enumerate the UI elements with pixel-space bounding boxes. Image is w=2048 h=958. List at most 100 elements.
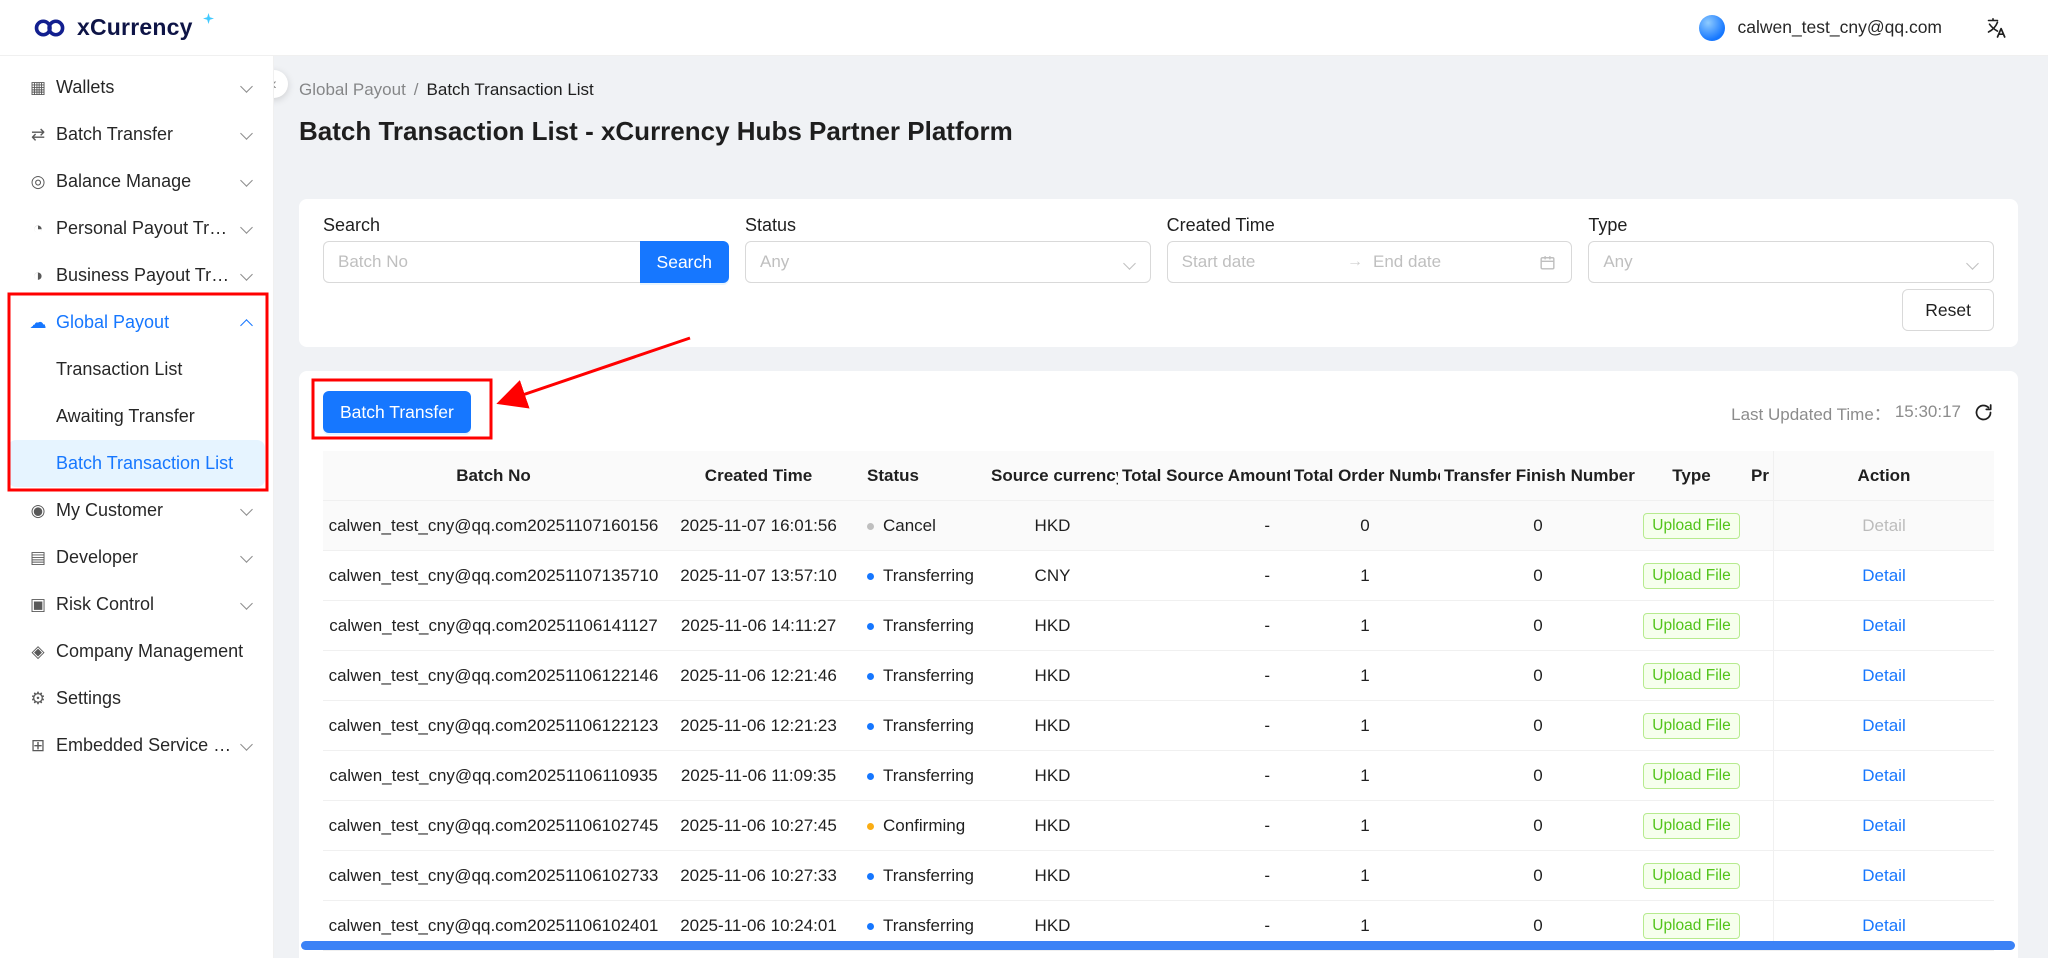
- global-payout-icon: ☁: [28, 313, 48, 333]
- detail-link[interactable]: Detail: [1862, 716, 1905, 735]
- sidebar-item-transaction-list[interactable]: Transaction List: [8, 346, 265, 393]
- balance-icon: ◎: [28, 172, 48, 192]
- main-layout: ▦Wallets⇄Batch Transfer◎Balance Manage◔P…: [0, 56, 2048, 958]
- sidebar-item-awaiting-transfer[interactable]: Awaiting Transfer: [8, 393, 265, 440]
- cell-total-source-amount: -: [1118, 651, 1290, 701]
- batch-transfer-button[interactable]: Batch Transfer: [323, 391, 471, 433]
- range-arrow-icon: →: [1347, 253, 1363, 271]
- user-email[interactable]: calwen_test_cny@qq.com: [1737, 17, 1942, 38]
- cell-created-time: 2025-11-07 13:57:10: [664, 551, 853, 601]
- cell-type: Upload File: [1636, 851, 1747, 901]
- start-date-placeholder[interactable]: Start date: [1182, 252, 1337, 272]
- upload-file-tag: Upload File: [1643, 613, 1739, 639]
- cell-source-currency: HKD: [987, 751, 1118, 801]
- chevron-down-icon: [1124, 259, 1136, 271]
- cell-transfer-finish-number: 0: [1440, 701, 1636, 751]
- cell-source-currency: HKD: [987, 501, 1118, 551]
- status-dot: [867, 873, 874, 880]
- detail-link[interactable]: Detail: [1862, 566, 1905, 585]
- cell-batch-no: calwen_test_cny@qq.com20251106110935: [323, 751, 664, 801]
- sidebar-item-label: Company Management: [56, 641, 253, 662]
- sidebar-item-label: Personal Payout Trans...: [56, 218, 233, 239]
- chevron-down-icon: [241, 223, 253, 235]
- sidebar-item-risk-control[interactable]: ▣Risk Control: [8, 581, 265, 628]
- breadcrumb-global-payout[interactable]: Global Payout: [299, 80, 406, 100]
- chevron-down-icon: [241, 176, 253, 188]
- cell-total-order-number: 0: [1290, 501, 1440, 551]
- sidebar-item-business-payout-trans[interactable]: ◑Business Payout Trans...: [8, 252, 265, 299]
- sidebar-item-my-customer[interactable]: ◉My Customer: [8, 487, 265, 534]
- search-filter: Search Search: [323, 215, 729, 283]
- sidebar-nav: ▦Wallets⇄Batch Transfer◎Balance Manage◔P…: [0, 56, 274, 958]
- cell-total-source-amount: -: [1118, 801, 1290, 851]
- column-header-status: Status: [853, 451, 987, 501]
- cell-action: Detail: [1773, 501, 1994, 551]
- detail-link[interactable]: Detail: [1862, 766, 1905, 785]
- chevron-up-icon: [241, 317, 253, 329]
- sidebar-item-company-management[interactable]: ◈Company Management: [8, 628, 265, 675]
- sidebar-item-wallets[interactable]: ▦Wallets: [8, 64, 265, 111]
- created-time-filter: Created Time Start date → End date: [1167, 215, 1573, 283]
- status-select[interactable]: Any: [745, 241, 1151, 283]
- transfer-icon: ⇄: [28, 125, 48, 145]
- table-toolbar: Batch Transfer Last Updated Time：15:30:1…: [323, 391, 1994, 433]
- end-date-placeholder[interactable]: End date: [1373, 252, 1528, 272]
- sidebar-item-developer[interactable]: ▤Developer: [8, 534, 265, 581]
- status-dot: [867, 523, 874, 530]
- sidebar-item-global-payout[interactable]: ☁ Global Payout: [8, 299, 265, 346]
- infinity-logo-icon: [32, 18, 68, 38]
- sidebar-item-label: Global Payout: [56, 312, 233, 333]
- type-select[interactable]: Any: [1588, 241, 1994, 283]
- upload-file-tag: Upload File: [1643, 913, 1739, 939]
- sidebar-item-embedded-service-co[interactable]: ⊞Embedded Service Co...: [8, 722, 265, 769]
- cell-source-currency: HKD: [987, 801, 1118, 851]
- status-dot: [867, 823, 874, 830]
- top-bar: xCurrency calwen_test_cny@qq.com: [0, 0, 2048, 56]
- translate-icon[interactable]: [1984, 16, 2008, 40]
- sidebar-item-batch-transaction-list[interactable]: Batch Transaction List: [8, 440, 265, 487]
- date-range-picker[interactable]: Start date → End date: [1167, 241, 1573, 283]
- wallet-icon: ▦: [28, 78, 48, 98]
- cell-type: Upload File: [1636, 501, 1747, 551]
- cell-status: Cancel: [853, 501, 987, 551]
- search-input[interactable]: [323, 241, 640, 283]
- column-header-type: Type: [1636, 451, 1747, 501]
- cell-batch-no: calwen_test_cny@qq.com20251107160156: [323, 501, 664, 551]
- detail-link[interactable]: Detail: [1862, 666, 1905, 685]
- cell-created-time: 2025-11-06 14:11:27: [664, 601, 853, 651]
- user-avatar[interactable]: [1699, 15, 1725, 41]
- detail-link[interactable]: Detail: [1862, 816, 1905, 835]
- detail-link[interactable]: Detail: [1862, 916, 1905, 935]
- cell-type: Upload File: [1636, 751, 1747, 801]
- cell-transfer-finish-number: 0: [1440, 551, 1636, 601]
- sidebar-collapse-button[interactable]: ‹: [274, 70, 288, 98]
- table-row: calwen_test_cny@qq.com202511061411272025…: [323, 601, 1994, 651]
- detail-link[interactable]: Detail: [1862, 616, 1905, 635]
- search-button[interactable]: Search: [640, 241, 729, 283]
- reset-button[interactable]: Reset: [1902, 289, 1994, 331]
- cell-total-source-amount: -: [1118, 601, 1290, 651]
- sidebar-item-balance-manage[interactable]: ◎Balance Manage: [8, 158, 265, 205]
- topbar-right: calwen_test_cny@qq.com: [1699, 15, 2008, 41]
- status-dot: [867, 573, 874, 580]
- detail-link[interactable]: Detail: [1862, 866, 1905, 885]
- cell-type: Upload File: [1636, 551, 1747, 601]
- chevron-down-icon: [241, 82, 253, 94]
- upload-file-tag: Upload File: [1643, 863, 1739, 889]
- chevron-down-icon: [241, 129, 253, 141]
- upload-file-tag: Upload File: [1643, 513, 1739, 539]
- cell-transfer-finish-number: 0: [1440, 601, 1636, 651]
- app-logo[interactable]: xCurrency: [32, 14, 214, 41]
- sidebar-item-personal-payout-trans[interactable]: ◔Personal Payout Trans...: [8, 205, 265, 252]
- table-row: calwen_test_cny@qq.com202511061221232025…: [323, 701, 1994, 751]
- business-payout-icon: ◑: [28, 266, 48, 286]
- refresh-icon[interactable]: [1973, 402, 1994, 423]
- cell-batch-no: calwen_test_cny@qq.com20251106102745: [323, 801, 664, 851]
- detail-link[interactable]: Detail: [1862, 516, 1905, 535]
- customer-icon: ◉: [28, 501, 48, 521]
- chevron-down-icon: [241, 740, 253, 752]
- sidebar-item-batch-transfer[interactable]: ⇄Batch Transfer: [8, 111, 265, 158]
- horizontal-scrollbar[interactable]: [301, 941, 2015, 950]
- cell-created-time: 2025-11-06 11:09:35: [664, 751, 853, 801]
- sidebar-item-settings[interactable]: ⚙Settings: [8, 675, 265, 722]
